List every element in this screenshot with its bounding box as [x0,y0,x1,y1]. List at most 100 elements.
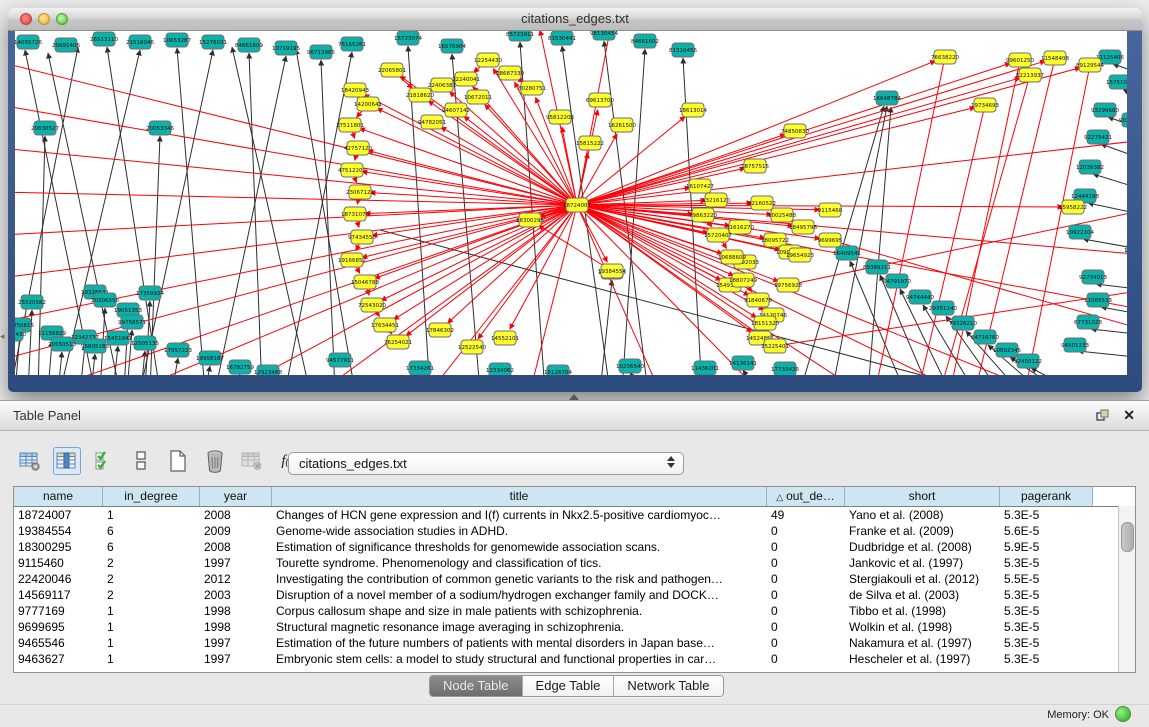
graph-node[interactable] [341,253,363,267]
graph-node[interactable] [341,37,363,51]
graph-node[interactable] [1017,354,1039,368]
graph-node[interactable] [521,81,543,95]
graph-node[interactable] [1109,75,1127,89]
column-header-title[interactable]: title [272,487,767,506]
graph-node[interactable] [751,196,773,210]
graph-node[interactable] [744,159,766,173]
graph-node[interactable] [732,273,754,287]
graph-node[interactable] [611,118,633,132]
memory-status-indicator[interactable] [1115,706,1131,722]
graph-node[interactable] [819,233,841,247]
graph-node[interactable] [494,331,516,345]
table-row[interactable]: 911546021997Tourette syndrome. Phenomeno… [14,555,1118,571]
graph-edge[interactable] [577,78,1020,205]
graph-node[interactable] [409,88,431,102]
column-header-out_de[interactable]: △out_de… [767,487,845,506]
graph-node[interactable] [421,115,443,129]
graph-node[interactable] [1044,51,1066,65]
table-row[interactable]: 1938455462009Genome-wide association stu… [14,523,1118,539]
zoom-button[interactable] [56,13,68,25]
graph-edge[interactable] [1123,89,1127,100]
graph-node[interactable] [764,339,786,353]
graph-node[interactable] [682,103,704,117]
graph-node[interactable] [689,179,711,193]
graph-node[interactable] [1087,293,1109,307]
graph-node[interactable] [202,35,224,49]
column-header-name[interactable]: name [14,487,103,506]
graph-node[interactable] [819,203,841,217]
graph-edge[interactable] [538,225,612,271]
graph-node[interactable] [1019,68,1041,82]
graph-node[interactable] [34,121,56,135]
graph-node[interactable] [357,97,379,111]
graph-node[interactable] [694,361,716,375]
graph-node[interactable] [17,35,39,49]
table-row[interactable]: 1872400712008Changes of HCN gene express… [14,507,1118,523]
graph-node[interactable] [777,278,799,292]
graph-node[interactable] [1077,315,1099,329]
table-row[interactable]: 2242004622012Investigating the contribut… [14,571,1118,587]
float-panel-icon[interactable] [1096,409,1109,422]
table-mode-icon[interactable] [16,447,44,475]
graph-node[interactable] [93,32,115,46]
network-canvas[interactable]: 1405572620691406265131102151804610653287… [15,31,1127,375]
graph-node[interactable] [134,336,156,350]
row-height-icon[interactable] [127,447,155,475]
graph-node[interactable] [551,31,573,45]
graph-node[interactable] [672,43,694,57]
graph-node[interactable] [15,327,23,341]
graph-node[interactable] [341,163,363,177]
graph-node[interactable] [974,330,996,344]
graph-edge[interactable] [374,205,577,279]
graph-edge[interactable] [58,352,62,375]
graph-edge[interactable] [1078,351,1127,358]
graph-node[interactable] [477,53,499,67]
graph-edge[interactable] [15,105,577,205]
graph-node[interactable] [1099,50,1121,64]
table-row[interactable]: 1830029562008Estimation of significance … [14,539,1118,555]
graph-node[interactable] [409,361,431,375]
close-panel-icon[interactable]: ✕ [1123,407,1135,424]
graph-edge[interactable] [1093,174,1127,190]
graph-node[interactable] [139,286,161,300]
graph-node[interactable] [747,293,769,307]
graph-node[interactable] [909,290,931,304]
graph-edge[interactable] [577,68,1080,205]
graph-node[interactable] [634,34,656,48]
graph-edge[interactable] [177,48,205,375]
table-row[interactable]: 946362711997Embryonic stem cells: a mode… [14,651,1118,667]
graph-edge[interactable] [1096,284,1127,290]
graph-node[interactable] [771,208,793,222]
graph-node[interactable] [601,264,623,278]
graph-node[interactable] [589,93,611,107]
minimize-button[interactable] [38,13,50,25]
graph-node[interactable] [107,331,129,345]
table-selector-dropdown[interactable]: citations_edges.txt [288,452,684,475]
graph-node[interactable] [1079,58,1101,72]
graph-node[interactable] [238,38,260,52]
table-row[interactable]: 1456911722003Disruption of a novel membe… [14,587,1118,603]
graph-node[interactable] [499,66,521,80]
graph-node[interactable] [489,363,511,375]
graph-node[interactable] [374,318,396,332]
graph-node[interactable] [1122,113,1127,127]
graph-node[interactable] [707,228,729,242]
graph-node[interactable] [344,83,366,97]
graph-edge[interactable] [205,366,210,375]
graph-node[interactable] [754,316,776,330]
vertical-scrollbar[interactable] [1118,506,1135,672]
graph-edge[interactable] [393,205,577,320]
graph-node[interactable] [886,274,908,288]
graph-node[interactable] [381,63,403,77]
graph-node[interactable] [55,38,77,52]
column-header-short[interactable]: short [845,487,1000,506]
graph-edge[interactable] [91,354,95,375]
graph-node[interactable] [429,323,451,337]
graph-edge[interactable] [1113,64,1127,75]
delete-column-icon-disabled[interactable] [238,447,266,475]
graph-node[interactable] [836,246,858,260]
graph-node[interactable] [467,90,489,104]
column-header-pagerank[interactable]: pagerank [1000,487,1093,506]
column-header-in_degree[interactable]: in_degree [103,487,200,506]
graph-node[interactable] [339,118,361,132]
